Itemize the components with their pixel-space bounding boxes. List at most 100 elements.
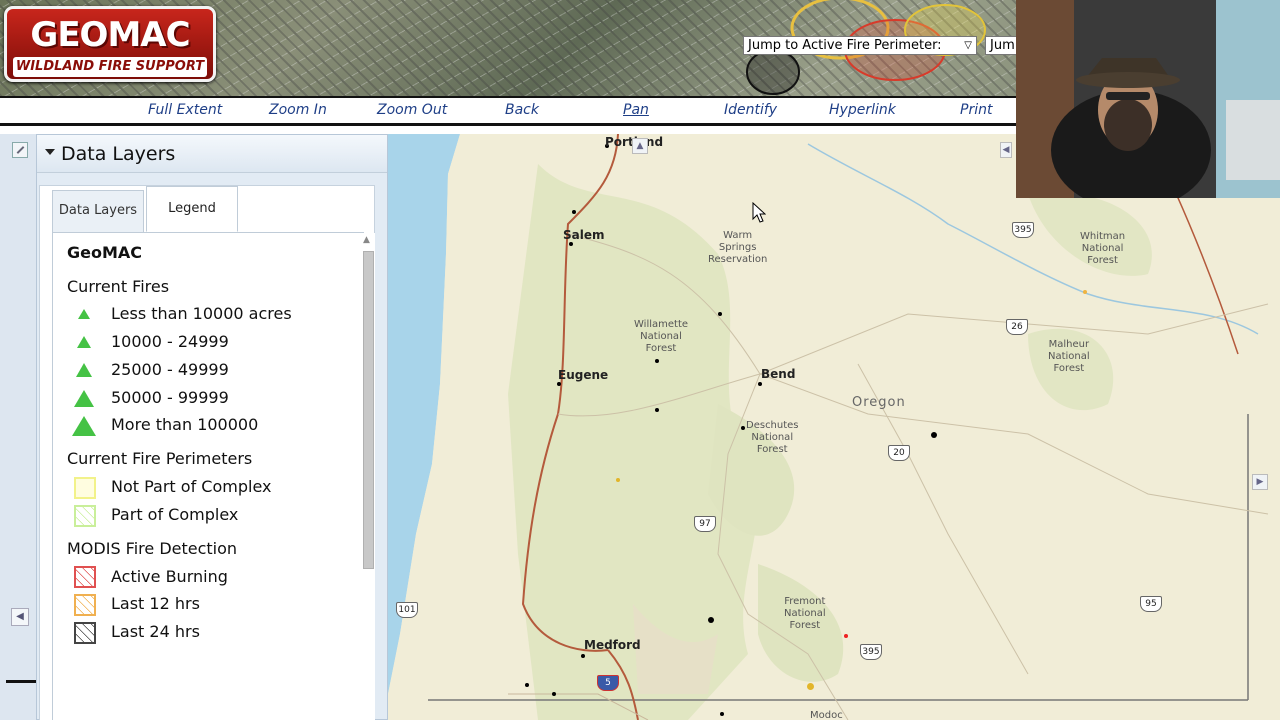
presenter-video xyxy=(1016,0,1280,198)
hyperlink-button[interactable]: Hyperlink xyxy=(829,102,896,118)
fire-xlarge-icon xyxy=(74,390,94,407)
highway-shield: 101 xyxy=(396,602,418,618)
city-label: Salem xyxy=(563,228,605,242)
modis-heading: MODIS Fire Detection xyxy=(67,539,238,558)
highway-shield: 395 xyxy=(1012,222,1034,238)
fire-marker xyxy=(1083,290,1087,294)
collapse-panel-icon[interactable] xyxy=(12,142,28,158)
region-label-deschutes: Deschutes National Forest xyxy=(746,420,799,455)
full-extent-button[interactable]: Full Extent xyxy=(148,102,222,118)
fire-marker xyxy=(525,683,529,687)
back-button[interactable]: Back xyxy=(505,102,539,118)
jump-select2-value: Jum xyxy=(990,38,1015,53)
scrollbar-thumb[interactable] xyxy=(363,251,374,569)
city-label: Bend xyxy=(761,367,796,381)
zoom-out-button[interactable]: Zoom Out xyxy=(377,102,447,118)
modis-24hr-swatch xyxy=(74,622,96,644)
panel-body: Data Layers Legend GeoMAC Current Fires … xyxy=(39,185,375,720)
mouse-cursor-icon xyxy=(752,202,766,223)
modis-label: Last 12 hrs xyxy=(111,594,200,613)
perimeter-not-complex-swatch xyxy=(74,477,96,499)
chevron-up-icon[interactable]: ▲ xyxy=(632,138,648,154)
region-label-malheur: Malheur National Forest xyxy=(1048,339,1090,374)
zoom-in-button[interactable]: Zoom In xyxy=(269,102,327,118)
city-marker xyxy=(581,654,585,658)
perimeter-label: Part of Complex xyxy=(111,505,239,524)
city-marker xyxy=(557,382,561,386)
logo-title: GEOMAC xyxy=(30,15,190,55)
fire-marker xyxy=(655,359,659,363)
highway-shield: 395 xyxy=(860,644,882,660)
perimeter-complex-swatch xyxy=(74,505,96,527)
modis-label: Active Burning xyxy=(111,567,228,586)
chevron-left-icon[interactable]: ◀ xyxy=(1000,142,1012,158)
fire-marker xyxy=(844,634,848,638)
geomac-logo[interactable]: GEOMAC WILDLAND FIRE SUPPORT xyxy=(4,6,216,82)
region-label-fremont: Fremont National Forest xyxy=(784,596,826,631)
jump-to-fire-select[interactable]: Jump to Active Fire Perimeter: ▽ xyxy=(743,36,977,55)
map-view[interactable]: Portland Salem Eugene Bend Medford Orego… xyxy=(388,134,1280,720)
highway-shield: 95 xyxy=(1140,596,1162,612)
region-label-modoc: Modoc xyxy=(810,710,843,720)
highway-shield: 97 xyxy=(694,516,716,532)
left-side-strip: ◀ xyxy=(0,134,36,720)
fire-marker xyxy=(708,617,714,623)
jump-select-value: Jump to Active Fire Perimeter: xyxy=(748,38,942,53)
jump-select-secondary[interactable]: Jum xyxy=(985,36,1019,55)
city-marker xyxy=(758,382,762,386)
fire-large-icon xyxy=(76,363,92,377)
data-layers-panel: Data Layers Data Layers Legend GeoMAC Cu… xyxy=(36,134,388,720)
fire-marker xyxy=(718,312,722,316)
chevron-down-icon: ▽ xyxy=(964,40,972,51)
geomac-app: GEOMAC WILDLAND FIRE SUPPORT Jump to Act… xyxy=(0,0,1280,720)
region-label-whitman: Whitman National Forest xyxy=(1080,231,1126,266)
fire-marker xyxy=(552,692,556,696)
interstate-shield: 5 xyxy=(597,675,619,691)
highway-shield: 26 xyxy=(1006,319,1028,335)
map-basemap xyxy=(388,134,1280,720)
modis-label: Last 24 hrs xyxy=(111,622,200,641)
state-label: Oregon xyxy=(852,395,906,410)
print-button[interactable]: Print xyxy=(960,102,992,118)
fire-marker xyxy=(655,408,659,412)
chevron-right-icon[interactable]: ▶ xyxy=(1252,474,1268,490)
chevron-up-icon[interactable]: ▲ xyxy=(363,235,370,245)
current-fires-heading: Current Fires xyxy=(67,277,170,296)
legend-scrollbar[interactable]: ▲ xyxy=(359,233,375,720)
divider xyxy=(6,680,36,683)
fire-marker xyxy=(931,432,937,438)
fire-small-icon xyxy=(78,309,90,319)
fire-marker xyxy=(616,478,620,482)
tab-legend[interactable]: Legend xyxy=(146,186,238,232)
modis-12hr-swatch xyxy=(74,594,96,616)
modis-active-swatch xyxy=(74,566,96,588)
fire-medium-icon xyxy=(77,336,91,348)
fire-marker xyxy=(741,426,745,430)
triangle-down-icon[interactable] xyxy=(45,149,55,155)
logo-subtitle: WILDLAND FIRE SUPPORT xyxy=(13,57,207,77)
fire-xxlarge-icon xyxy=(72,416,96,436)
panel-title: Data Layers xyxy=(61,143,176,165)
map-toolbar: Full Extent Zoom In Zoom Out Back Pan Id… xyxy=(0,96,1016,126)
fire-size-label: 10000 - 24999 xyxy=(111,332,229,351)
region-label-willamette: Willamette National Forest xyxy=(634,319,689,354)
perimeter-label: Not Part of Complex xyxy=(111,477,272,496)
pan-button[interactable]: Pan xyxy=(623,102,649,118)
fire-size-label: Less than 10000 acres xyxy=(111,304,292,323)
city-label: Medford xyxy=(584,638,641,652)
perimeters-heading: Current Fire Perimeters xyxy=(67,449,253,468)
fire-marker xyxy=(807,683,814,690)
fire-marker xyxy=(572,210,576,214)
legend-content: GeoMAC Current Fires Less than 10000 acr… xyxy=(52,232,375,720)
fire-size-label: 25000 - 49999 xyxy=(111,360,229,379)
region-label-warm-springs: Warm Springs Reservation xyxy=(708,230,768,265)
panel-header[interactable]: Data Layers xyxy=(37,135,387,173)
highway-shield: 20 xyxy=(888,445,910,461)
fire-size-label: More than 100000 xyxy=(111,415,259,434)
legend-title: GeoMAC xyxy=(67,243,143,262)
tab-data-layers[interactable]: Data Layers xyxy=(52,190,144,232)
fire-marker xyxy=(720,712,724,716)
identify-button[interactable]: Identify xyxy=(724,102,777,118)
chevron-left-icon[interactable]: ◀ xyxy=(11,608,29,626)
city-label: Eugene xyxy=(558,368,609,382)
